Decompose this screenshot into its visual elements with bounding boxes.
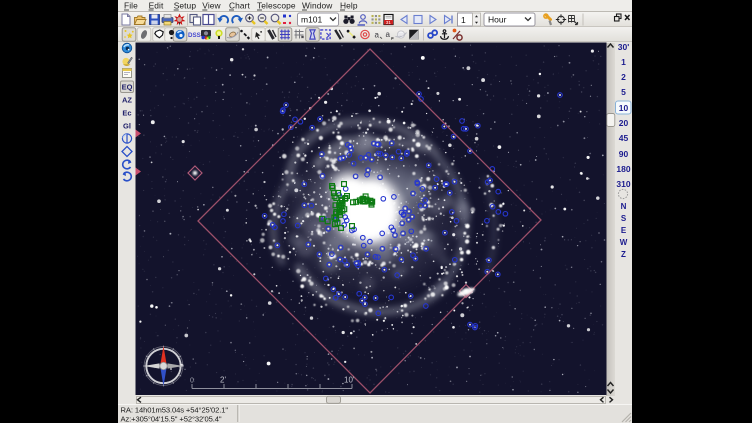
svg-text:Ec: Ec [122,109,131,118]
svg-text:10: 10 [619,103,629,113]
svg-text:Gl: Gl [123,122,131,131]
svg-text:Help: Help [340,1,358,11]
svg-text:Z: Z [621,250,626,259]
svg-text:a: a [386,30,391,39]
svg-text:45: 45 [619,133,629,143]
svg-text:30': 30' [618,42,629,52]
svg-text:1: 1 [461,15,466,25]
svg-text:AZ: AZ [122,96,132,105]
svg-text:Setup: Setup [174,1,197,11]
svg-text:View: View [202,1,221,11]
svg-text:File: File [124,1,138,11]
svg-text:Az:+305°04'15.5" +52°32'05.4": Az:+305°04'15.5" +52°32'05.4" [121,414,222,423]
svg-text:N: N [621,202,627,211]
svg-text:20: 20 [619,118,629,128]
svg-text:E: E [621,226,627,235]
svg-text:a: a [375,31,380,40]
svg-text:Chart: Chart [229,1,251,11]
svg-text:Window: Window [302,1,333,11]
svg-text:31: 31 [386,20,392,25]
svg-text:90: 90 [619,149,629,159]
svg-text:Hour: Hour [488,15,507,25]
svg-text:5: 5 [621,87,626,97]
svg-text:2: 2 [621,72,626,82]
svg-text:Edit: Edit [149,1,164,11]
svg-text:310: 310 [616,179,630,189]
svg-text:m101: m101 [301,15,323,25]
svg-text:180: 180 [616,164,630,174]
svg-text:Telescope: Telescope [257,1,296,11]
svg-text:1: 1 [621,57,626,67]
svg-text:W: W [620,238,628,247]
svg-text:DSS: DSS [188,32,201,39]
svg-text:EQ: EQ [122,83,133,92]
svg-text:S: S [621,214,627,223]
svg-text:RA: 14h01m53.04s +54°25'02.1": RA: 14h01m53.04s +54°25'02.1" [121,405,229,414]
